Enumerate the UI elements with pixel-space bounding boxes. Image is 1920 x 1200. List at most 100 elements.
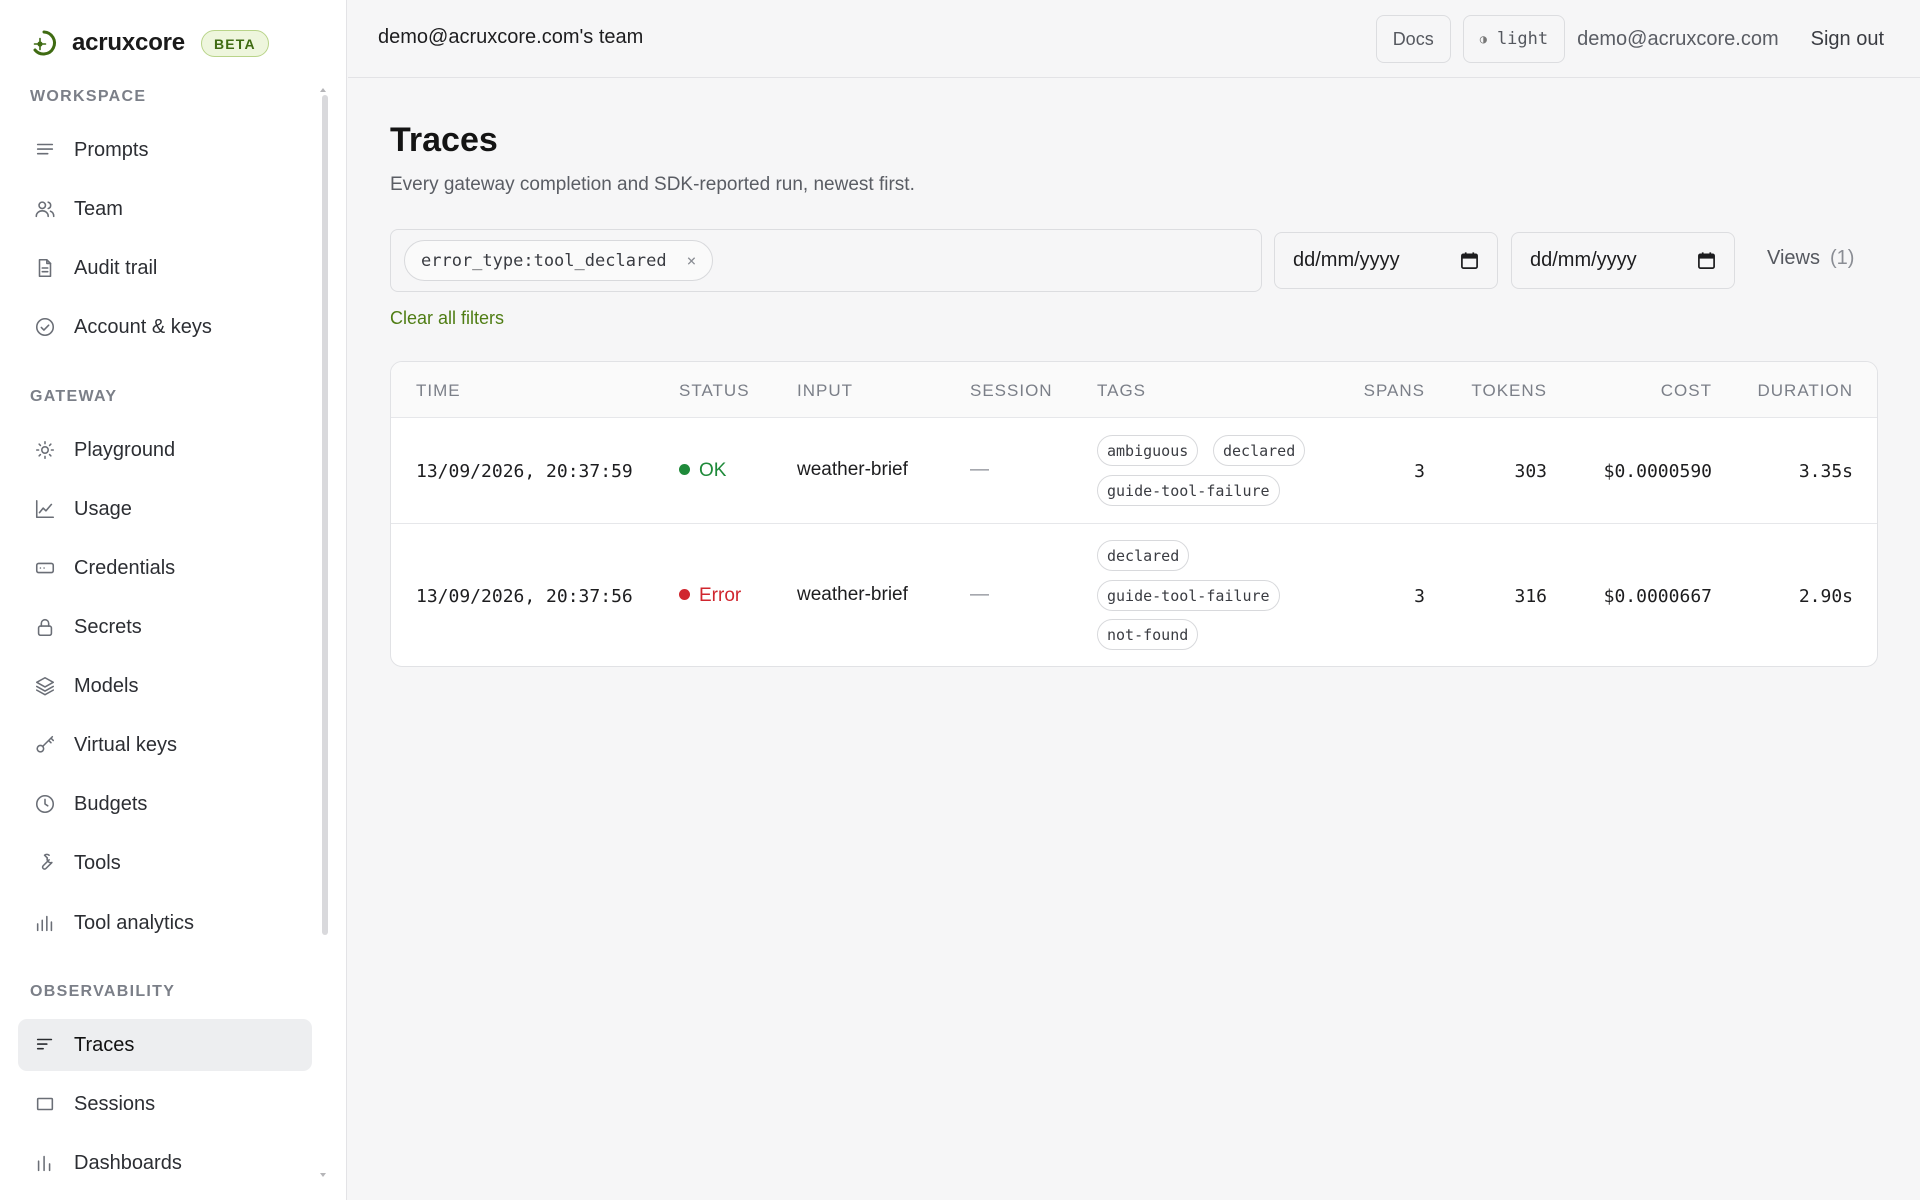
tag-badge[interactable]: guide-tool-failure [1097,475,1280,506]
beta-badge: BETA [200,29,269,57]
sidebar-item-prompts[interactable]: Prompts [18,124,312,176]
sun-icon [32,437,58,463]
sidebar-item-label: Credentials [74,556,176,579]
status-label: Error [699,585,742,606]
filter-input[interactable]: error_type:tool_declared × [390,229,1262,292]
column-header-status[interactable]: STATUS [679,381,750,401]
scroll-down-arrow-icon[interactable] [320,1173,326,1177]
section-label-workspace: WORKSPACE [30,88,147,105]
sidebar-item-virtual-keys[interactable]: Virtual keys [18,719,312,771]
date-to-placeholder: dd/mm/yyyy [1530,249,1637,271]
tag-badge[interactable]: declared [1097,540,1190,571]
spans-cell: 3 [1414,461,1425,482]
tag-badge[interactable]: guide-tool-failure [1097,580,1280,611]
sidebar-item-label: Models [74,674,139,697]
tag-badge[interactable]: ambiguous [1097,435,1199,466]
date-from-input[interactable]: dd/mm/yyyy [1274,232,1498,289]
sidebar-item-usage[interactable]: Usage [18,483,312,535]
sidebar-item-label: Secrets [74,615,142,638]
sidebar-item-playground[interactable]: Playground [18,424,312,476]
sidebar-item-dashboards[interactable]: Dashboards [18,1137,312,1189]
sidebar-scrollbar-thumb[interactable] [322,95,328,935]
column-header-tokens[interactable]: TOKENS [1471,381,1547,401]
square-icon [32,1091,58,1117]
sidebar-item-label: Tool analytics [74,911,195,934]
scroll-up-arrow-icon[interactable] [320,88,326,92]
column-header-tags[interactable]: TAGS [1097,381,1146,401]
brand-name: acruxcore [72,29,185,56]
column-header-duration[interactable]: DURATION [1757,381,1853,401]
status-cell: Error [679,585,741,607]
status-dot-ok [679,464,690,475]
cost-cell: $0.0000667 [1603,586,1712,607]
half-circle-icon: ◑ [1479,32,1487,46]
sidebar-scrollbar[interactable] [322,95,328,935]
sidebar-item-label: Usage [74,497,132,520]
close-icon[interactable]: × [687,251,697,270]
filter-chip-label: error_type:tool_declared [421,250,667,271]
card-icon [32,555,58,581]
user-email: demo@acruxcore.com [1577,27,1779,50]
column-header-spans[interactable]: SPANS [1364,381,1425,401]
column-header-cost[interactable]: COST [1661,381,1712,401]
sidebar-item-label: Virtual keys [74,733,178,756]
date-to-input[interactable]: dd/mm/yyyy [1511,232,1735,289]
sidebar-item-label: Audit trail [74,256,158,279]
layers-icon [32,673,58,699]
sidebar-item-budgets[interactable]: Budgets [18,778,312,830]
file-icon [32,255,58,281]
duration-cell: 2.90s [1798,586,1853,607]
session-cell: — [970,584,989,605]
traces-icon [32,1032,58,1058]
sidebar-item-secrets[interactable]: Secrets [18,601,312,653]
sidebar-item-label: Traces [74,1033,135,1056]
sidebar-item-team[interactable]: Team [18,183,312,235]
page-subtitle: Every gateway completion and SDK-reporte… [390,174,915,195]
clear-filters-link[interactable]: Clear all filters [390,308,504,329]
sign-out-button[interactable]: Sign out [1811,28,1884,51]
status-dot-error [679,589,690,600]
sidebar-item-account-keys[interactable]: Account & keys [18,301,312,353]
views-button[interactable]: Views (1) [1767,247,1854,270]
sidebar-item-traces[interactable]: Traces [18,1019,312,1071]
column-header-time[interactable]: TIME [416,381,461,401]
section-label-observability: OBSERVABILITY [30,983,176,1000]
input-cell: weather-brief [797,459,908,480]
views-label: Views [1767,247,1820,269]
main-content: Traces Every gateway completion and SDK-… [348,79,1920,1200]
list-icon [32,137,58,163]
section-label-gateway: GATEWAY [30,388,118,405]
time-cell: 13/09/2026, 20:37:59 [416,461,633,482]
tokens-cell: 316 [1514,586,1547,607]
sidebar-item-sessions[interactable]: Sessions [18,1078,312,1130]
date-from-placeholder: dd/mm/yyyy [1293,249,1400,271]
sidebar-item-tool-analytics[interactable]: Tool analytics [18,897,312,949]
calendar-icon[interactable] [1697,251,1716,270]
table-row[interactable]: 13/09/2026, 20:37:59 OK weather-brief — … [391,419,1877,523]
team-name[interactable]: demo@acruxcore.com's team [378,26,643,49]
lock-icon [32,614,58,640]
brand[interactable]: acruxcore BETA [30,26,269,60]
column-header-input[interactable]: INPUT [797,381,853,401]
theme-label: light [1496,29,1549,49]
filter-chip[interactable]: error_type:tool_declared × [404,240,714,281]
cost-cell: $0.0000590 [1603,461,1712,482]
session-cell: — [970,459,989,480]
tag-badge[interactable]: declared [1213,435,1306,466]
theme-toggle-button[interactable]: ◑ light [1462,15,1566,63]
check-circle-icon [32,314,58,340]
docs-button[interactable]: Docs [1375,15,1451,63]
sidebar-item-credentials[interactable]: Credentials [18,542,312,594]
sidebar-item-label: Playground [74,438,176,461]
sidebar-item-label: Tools [74,851,121,874]
sidebar-item-models[interactable]: Models [18,660,312,712]
sidebar-item-tools[interactable]: Tools [18,837,312,889]
sidebar-item-label: Sessions [74,1092,156,1115]
table-row[interactable]: 13/09/2026, 20:37:56 Error weather-brief… [391,524,1877,666]
sidebar-item-audit-trail[interactable]: Audit trail [18,242,312,294]
views-count: (1) [1830,247,1855,269]
time-cell: 13/09/2026, 20:37:56 [416,586,633,607]
column-header-session[interactable]: SESSION [970,381,1053,401]
calendar-icon[interactable] [1460,251,1479,270]
tag-badge[interactable]: not-found [1097,619,1199,650]
